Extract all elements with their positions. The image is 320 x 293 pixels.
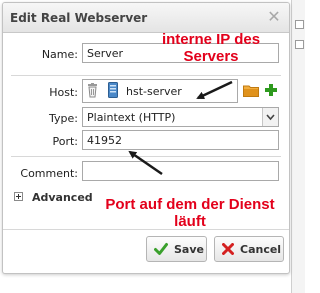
annotation-arrows xyxy=(128,80,233,176)
port-arrow xyxy=(128,150,163,176)
host-arrow xyxy=(196,80,233,100)
